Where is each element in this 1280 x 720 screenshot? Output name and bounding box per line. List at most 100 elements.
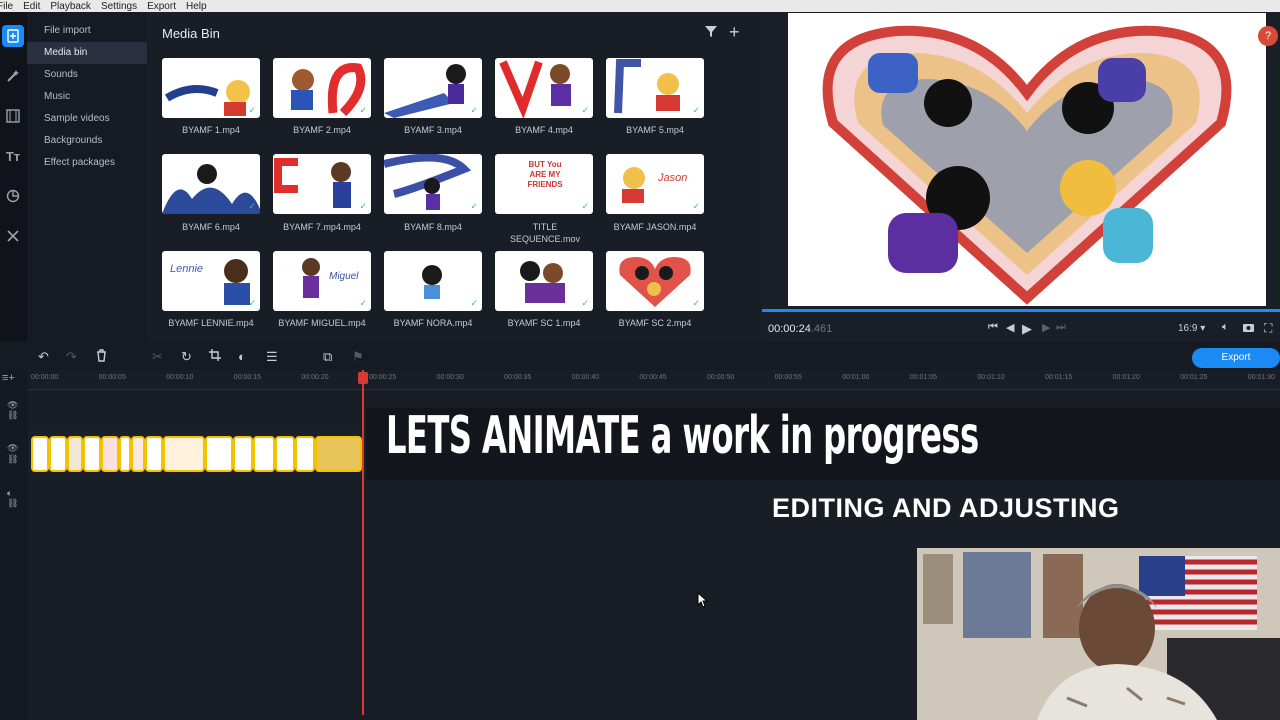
media-thumb[interactable]: ✓ [273,58,371,118]
redo-icon[interactable]: ↷ [66,349,77,365]
video-clip[interactable] [315,436,362,472]
media-label: BYAMF 7.mp4.mp4 [283,222,361,232]
video-clip[interactable] [163,436,205,472]
color-adjust-icon[interactable]: ◐ [238,349,246,364]
media-thumb[interactable]: ✓ [495,58,593,118]
media-label: BYAMF JASON.mp4 [613,222,697,232]
video-clip[interactable] [295,436,315,472]
titles-icon[interactable]: Tт [2,145,24,167]
skip-back-icon[interactable]: ⏮ [988,321,998,334]
category-music[interactable]: Music [27,86,147,108]
delete-icon[interactable] [96,349,107,365]
playhead[interactable] [362,370,364,715]
play-icon[interactable]: ▶ [1022,321,1032,337]
crop-icon[interactable] [209,349,221,364]
media-thumb[interactable]: ✓ [162,154,260,214]
marker-icon[interactable]: ⚑ [352,349,364,365]
fullscreen-icon[interactable]: ⛶ [1264,321,1272,336]
track-link-icon[interactable]: ⛓︎ [7,498,18,509]
tools-icon[interactable] [2,225,24,247]
media-thumb[interactable]: ✓ [384,251,482,311]
media-thumb[interactable]: ✓ [273,154,371,214]
media-bin-panel: Media Bin + ✓ BYAMF 1.mp4 ✓ BYAMF 2.mp4 … [147,12,762,342]
media-thumb[interactable]: Jason ✓ [606,154,704,214]
media-thumb[interactable]: BUT You ARE MY FRIENDS ✓ [495,154,593,214]
ruler-tick: 00:00:20 [301,374,329,381]
thumb-title-text: BUT You ARE MY FRIENDS [527,160,563,189]
video-clip[interactable] [131,436,145,472]
menu-playback[interactable]: Playback [50,1,91,12]
menu-help[interactable]: Help [186,1,207,12]
aspect-ratio-select[interactable]: 16:9 ▾ [1178,323,1205,334]
video-clip[interactable] [253,436,275,472]
preview-progress-bar[interactable] [762,309,1280,312]
media-thumb[interactable]: Miguel ✓ [273,251,371,311]
track-visibility-icon[interactable]: 👁︎ [7,443,18,454]
video-clip[interactable] [101,436,119,472]
checkmark-icon: ✓ [359,298,367,308]
help-button[interactable]: ? [1258,26,1278,46]
media-label: BYAMF SC 1.mp4 [507,318,581,328]
media-thumb[interactable]: Lennie ✓ [162,251,260,311]
menu-edit[interactable]: Edit [23,1,40,12]
media-label: BYAMF 2.mp4 [293,125,351,135]
magic-wand-icon[interactable] [2,65,24,87]
media-thumb[interactable]: ✓ [384,154,482,214]
category-sample-videos[interactable]: Sample videos [27,108,147,130]
media-thumb[interactable]: ✓ [495,251,593,311]
ruler-tick: 00:00:40 [571,374,600,381]
menu-export[interactable]: Export [147,1,176,12]
ruler-tick: 00:00:15 [233,374,262,381]
timeline-ruler[interactable]: 00:00:00 00:00:05 00:00:10 00:00:15 00:00:20… [28,370,1280,390]
media-thumb[interactable]: ✓ [606,58,704,118]
category-sounds[interactable]: Sounds [27,64,147,86]
ruler-tick: 00:01:00 [842,374,870,381]
export-button[interactable]: Export [1192,348,1280,368]
video-clip[interactable] [67,436,83,472]
overlay-title: LETS ANIMATE a work in progress [386,406,979,466]
menu-file[interactable]: File [0,1,13,12]
video-clip[interactable] [145,436,163,472]
category-effect-packages[interactable]: Effect packages [27,152,147,174]
step-back-icon[interactable]: ◀ [1006,321,1014,334]
track-link-icon[interactable]: ⛓︎ [7,410,18,421]
ruler-tick: 00:00:00 [31,374,59,381]
skip-forward-icon[interactable]: ⏭ [1056,321,1066,334]
film-transitions-icon[interactable] [2,105,24,127]
clip-properties-icon[interactable]: ☰ [266,349,278,365]
add-track-icon[interactable]: ≡+ [2,372,15,384]
ruler-tick: 00:01:05 [909,374,938,381]
media-thumb[interactable]: ✓ [606,251,704,311]
overlay-icon[interactable]: ⧉ [323,349,332,365]
video-clip[interactable] [119,436,131,472]
video-clip[interactable] [275,436,295,472]
video-clip[interactable] [31,436,49,472]
category-backgrounds[interactable]: Backgrounds [27,130,147,152]
video-clip[interactable] [83,436,101,472]
media-thumb[interactable]: ✓ [162,58,260,118]
add-icon[interactable]: + [729,22,740,43]
video-clip[interactable] [233,436,253,472]
category-file-import[interactable]: File import [27,20,147,42]
filter-icon[interactable] [704,24,718,42]
menu-settings[interactable]: Settings [101,1,137,12]
tool-rail: Tт [0,12,27,342]
sticker-icon[interactable] [2,185,24,207]
ruler-tick: 00:00:35 [504,374,532,381]
media-label: BYAMF MIGUEL.mp4 [278,318,366,328]
media-thumb[interactable]: ✓ [384,58,482,118]
media-label: BYAMF SC 2.mp4 [618,318,692,328]
video-clip[interactable] [205,436,233,472]
snapshot-icon[interactable] [1242,321,1255,336]
undo-icon[interactable]: ↶ [38,349,49,365]
import-icon[interactable] [2,25,24,47]
volume-icon[interactable]: 🔈︎ [1222,321,1229,334]
preview-frame[interactable] [788,13,1266,306]
video-clip[interactable] [49,436,67,472]
step-forward-icon[interactable]: ▶ [1042,321,1050,334]
cut-icon[interactable]: ✂ [152,349,163,365]
track-link-icon[interactable]: ⛓︎ [7,454,18,465]
category-media-bin[interactable]: Media bin [27,42,147,64]
playhead-handle[interactable] [358,372,368,384]
rotate-icon[interactable]: ↻ [181,349,192,365]
